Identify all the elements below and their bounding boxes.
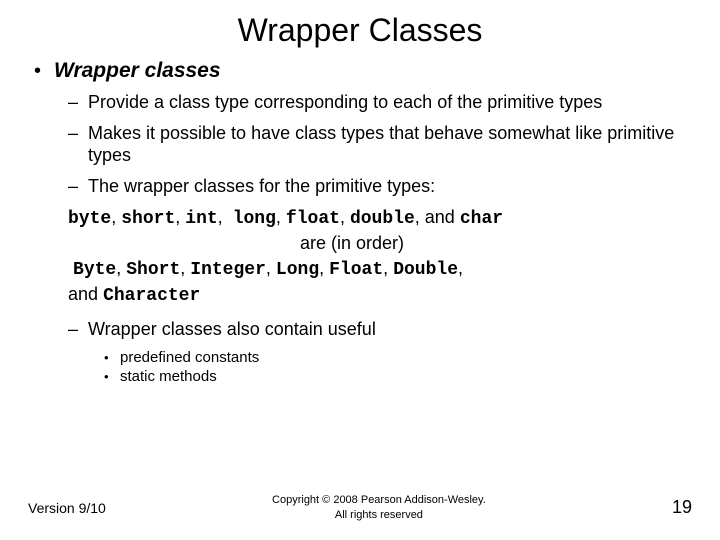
sub-text: static methods xyxy=(120,368,217,385)
bullet-dot-icon: • xyxy=(34,60,54,83)
footer: Version 9/10 Copyright © 2008 Pearson Ad… xyxy=(0,493,720,522)
bullet-level2: – Provide a class type corresponding to … xyxy=(68,91,696,114)
bullet-dot-icon: • xyxy=(104,369,120,384)
bullet-text: Provide a class type corresponding to ea… xyxy=(88,91,602,114)
heading-text: Wrapper classes xyxy=(54,59,221,83)
wrap-integer: Integer xyxy=(190,260,266,280)
type-long: long xyxy=(233,209,276,229)
type-int: int xyxy=(185,209,217,229)
dash-icon: – xyxy=(68,176,88,197)
bullet-level3: • predefined constants xyxy=(104,349,696,366)
sub-text: predefined constants xyxy=(120,349,259,366)
wrap-character: Character xyxy=(103,286,200,306)
bullet-text: Wrapper classes also contain useful xyxy=(88,318,376,341)
bullet-text: The wrapper classes for the primitive ty… xyxy=(88,175,435,198)
bullet-level2: – Wrapper classes also contain useful xyxy=(68,318,696,341)
bullet-dot-icon: • xyxy=(104,350,120,365)
wrap-double: Double xyxy=(393,260,458,280)
wrap-byte: Byte xyxy=(73,260,116,280)
wrapper-types-line2: and Character xyxy=(68,282,696,308)
type-float: float xyxy=(286,209,340,229)
bullet-level3: • static methods xyxy=(104,368,696,385)
primitive-types-line: byte, short, int, long, float, double, a… xyxy=(68,205,696,231)
types-block: byte, short, int, long, float, double, a… xyxy=(68,205,696,308)
dash-icon: – xyxy=(68,123,88,144)
bullet-level1: • Wrapper classes xyxy=(34,59,696,83)
page-title: Wrapper Classes xyxy=(24,12,696,49)
copyright-line1: Copyright © 2008 Pearson Addison-Wesley. xyxy=(272,494,486,506)
wrap-long: Long xyxy=(276,260,319,280)
page-number: 19 xyxy=(652,497,692,518)
dash-icon: – xyxy=(68,319,88,340)
bullet-text: Makes it possible to have class types th… xyxy=(88,122,696,167)
copyright-line2: All rights reserved xyxy=(335,509,423,521)
type-char: char xyxy=(460,209,503,229)
are-in-order: are (in order) xyxy=(68,231,636,255)
wrap-float: Float xyxy=(329,260,383,280)
wrap-short: Short xyxy=(126,260,180,280)
conj-and: and xyxy=(425,207,455,227)
bullet-level2: – The wrapper classes for the primitive … xyxy=(68,175,696,198)
type-double: double xyxy=(350,209,415,229)
type-short: short xyxy=(121,209,175,229)
conj-and2: and xyxy=(68,284,98,304)
type-byte: byte xyxy=(68,209,111,229)
dash-icon: – xyxy=(68,92,88,113)
bullet-level2: – Makes it possible to have class types … xyxy=(68,122,696,167)
copyright: Copyright © 2008 Pearson Addison-Wesley.… xyxy=(106,493,652,522)
version-label: Version 9/10 xyxy=(28,500,106,516)
wrapper-types-line: Byte, Short, Integer, Long, Float, Doubl… xyxy=(68,256,696,282)
slide: Wrapper Classes • Wrapper classes – Prov… xyxy=(0,0,720,540)
